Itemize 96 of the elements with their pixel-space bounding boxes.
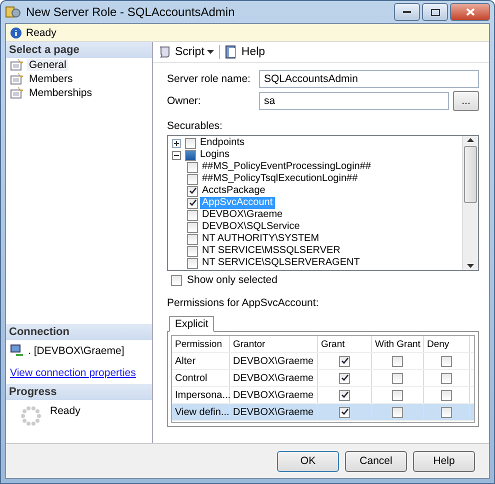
connection-server: . [DEVBOX\Graeme]	[28, 344, 124, 356]
tree-item[interactable]: DEVBOX\Graeme	[200, 209, 285, 221]
owner-field[interactable]: sa	[259, 92, 449, 110]
checkbox[interactable]	[187, 198, 198, 208]
browse-button[interactable]: ...	[453, 91, 479, 111]
server-role-name-field[interactable]: SQLAccountsAdmin	[259, 70, 479, 88]
grid-row[interactable]: View defin... DEVBOX\Graeme	[172, 404, 474, 421]
tree-item[interactable]: Endpoints	[198, 137, 246, 149]
checkbox[interactable]	[392, 390, 403, 400]
tree-item[interactable]: Logins	[198, 149, 232, 161]
minimize-button[interactable]	[394, 3, 420, 21]
table-cell: DEVBOX\Graeme	[230, 404, 318, 420]
table-cell: DEVBOX\Graeme	[230, 353, 318, 369]
progress-status: Ready	[50, 405, 80, 417]
checkbox[interactable]	[187, 234, 198, 244]
checkbox[interactable]	[441, 372, 452, 384]
progress-spinner-icon	[20, 405, 42, 427]
checkbox[interactable]	[392, 406, 403, 418]
tree-item[interactable]: NT SERVICE\SQLSERVERAGENT	[200, 257, 362, 269]
checkbox[interactable]	[339, 390, 350, 400]
section-header: Progress	[6, 384, 152, 400]
collapse-icon[interactable]	[172, 150, 181, 160]
field-label: Server role name:	[167, 73, 252, 85]
checkbox[interactable]	[339, 356, 350, 366]
section-label: Securables:	[167, 120, 224, 132]
close-button[interactable]	[450, 3, 490, 21]
maximize-button[interactable]	[422, 3, 448, 21]
checkbox[interactable]	[187, 186, 198, 196]
column-header[interactable]: Grantor	[230, 336, 318, 352]
grid-row[interactable]: Control DEVBOX\Graeme	[172, 370, 474, 387]
table-cell: Impersona...	[172, 387, 230, 403]
info-icon	[10, 26, 22, 38]
scroll-up-icon[interactable]	[467, 136, 474, 144]
dialog-button[interactable]: Help	[413, 450, 475, 472]
page-icon	[10, 59, 24, 71]
page-icon	[10, 73, 24, 85]
checkbox[interactable]	[441, 356, 452, 366]
checkbox[interactable]	[187, 222, 198, 232]
tree-item[interactable]: ##MS_PolicyEventProcessingLogin##	[200, 161, 373, 173]
page-item[interactable]: Memberships	[27, 87, 94, 99]
tab[interactable]: Explicit	[169, 316, 214, 332]
page-icon	[10, 87, 24, 99]
section-label: Permissions for AppSvcAccount:	[167, 297, 320, 309]
minimize-icon	[403, 10, 411, 14]
checkbox[interactable]	[392, 356, 403, 366]
scrollbar[interactable]	[462, 136, 478, 270]
table-cell: Control	[172, 370, 230, 386]
dialog-button[interactable]: OK	[277, 450, 339, 472]
field-label: Owner:	[167, 95, 202, 107]
checkbox[interactable]	[187, 258, 198, 268]
checkbox[interactable]	[339, 372, 350, 384]
script-button[interactable]: Script	[156, 45, 216, 59]
page-item[interactable]: General	[27, 59, 68, 71]
checkbox[interactable]	[185, 150, 196, 160]
checkbox[interactable]	[392, 372, 403, 384]
tree-item[interactable]: NT SERVICE\MSSQLSERVER	[200, 245, 342, 257]
dialog-button[interactable]: Cancel	[345, 450, 407, 472]
checkbox-label: Show only selected	[187, 274, 278, 286]
checkbox[interactable]	[441, 390, 452, 400]
server-icon	[10, 344, 24, 357]
table-cell: Alter	[172, 353, 230, 369]
checkbox[interactable]	[339, 406, 350, 418]
scroll-icon	[158, 45, 172, 59]
checkbox[interactable]	[441, 406, 452, 418]
section-header: Connection	[6, 324, 152, 340]
column-header[interactable]: With Grant	[372, 336, 424, 352]
help-book-icon	[225, 45, 238, 59]
column-header[interactable]: Permission	[172, 336, 230, 352]
table-cell: View defin...	[172, 404, 230, 420]
section-header: Select a page	[6, 42, 152, 58]
window-title: New Server Role - SQLAccountsAdmin	[26, 5, 236, 19]
connection-properties-link[interactable]: View connection properties	[10, 367, 136, 379]
checkbox[interactable]	[187, 174, 198, 184]
close-icon	[466, 8, 474, 16]
tree-item[interactable]: ##MS_PolicyTsqlExecutionLogin##	[200, 173, 360, 185]
expand-icon[interactable]	[172, 138, 181, 148]
checkbox[interactable]	[185, 138, 196, 148]
tree-item[interactable]: AcctsPackage	[200, 185, 268, 197]
column-header[interactable]: Grant	[318, 336, 372, 352]
checkbox[interactable]	[187, 246, 198, 256]
grid-row[interactable]: Alter DEVBOX\Graeme	[172, 353, 474, 370]
maximize-icon	[430, 8, 440, 16]
app-icon	[5, 5, 21, 19]
checkbox[interactable]	[187, 162, 198, 172]
page-item[interactable]: Members	[27, 73, 75, 85]
tree-item[interactable]: NT AUTHORITY\SYSTEM	[200, 233, 322, 245]
tree-item[interactable]: DEVBOX\SQLService	[200, 221, 302, 233]
caret-icon	[207, 50, 214, 54]
table-cell: DEVBOX\Graeme	[230, 370, 318, 386]
column-header[interactable]: Deny	[424, 336, 470, 352]
table-cell: DEVBOX\Graeme	[230, 387, 318, 403]
status-text: Ready	[26, 26, 56, 38]
checkbox[interactable]	[187, 210, 198, 220]
help-button[interactable]: Help	[223, 45, 268, 59]
scroll-down-icon[interactable]	[467, 262, 474, 270]
checkbox[interactable]	[171, 274, 182, 286]
